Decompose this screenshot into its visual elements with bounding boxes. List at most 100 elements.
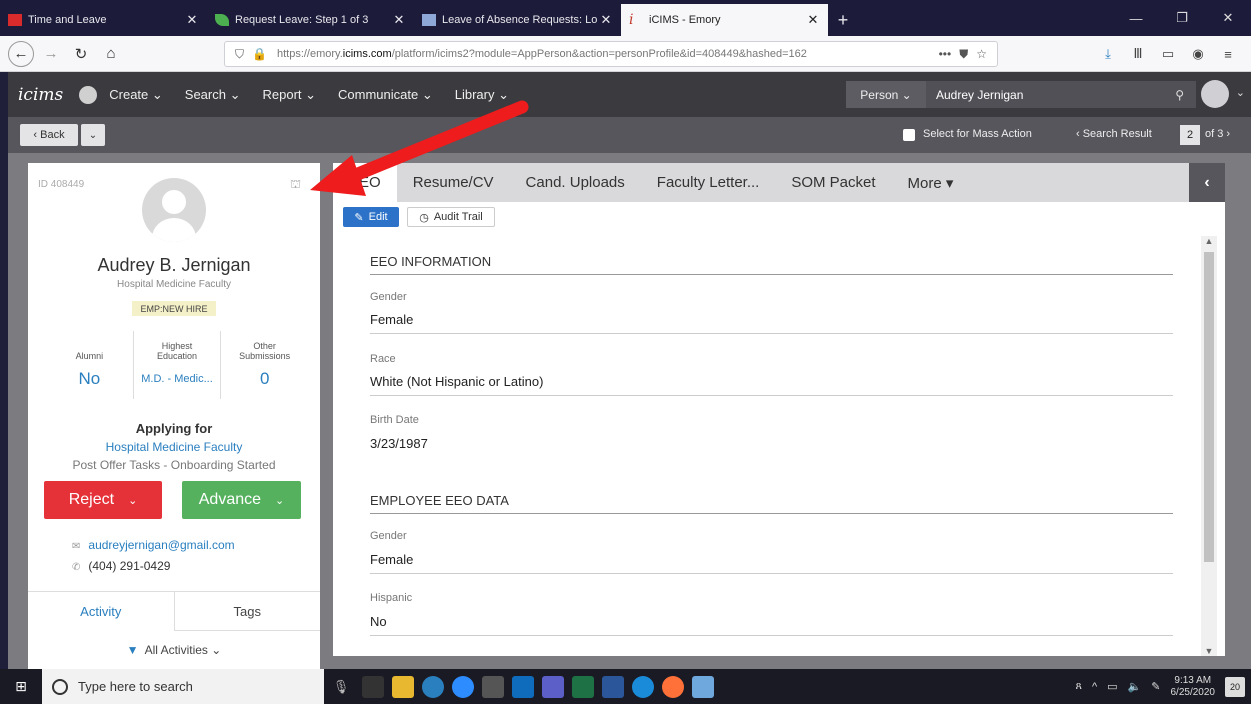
pen-icon[interactable]: ✎ [1151,680,1160,693]
microphone-icon[interactable]: 🎙 [324,679,358,695]
word-icon[interactable] [602,675,624,698]
battery-icon[interactable]: ▭ [1107,680,1117,693]
activity-filter[interactable]: ▼ All Activities ⌄ [28,643,320,657]
chevron-down-icon[interactable]: ⌄ [1236,86,1245,99]
user-avatar[interactable] [1201,80,1229,108]
tab-more[interactable]: More ▾ [892,163,970,202]
close-icon[interactable]: ✕ [599,12,613,28]
mass-action-checkbox[interactable] [903,129,915,141]
content-tabs: EEO Resume/CV Cand. Uploads Faculty Lett… [333,163,1225,202]
notification-count[interactable]: 20 [1225,676,1245,697]
browser-tab-leave-of-absence[interactable]: Leave of Absence Requests: Lo ✕ [414,4,621,36]
clock[interactable]: 9:13 AM 6/25/2020 [1171,675,1216,699]
search-result-index[interactable]: 2 [1180,125,1200,145]
volume-icon[interactable]: 🔈 [1128,680,1142,693]
chevron-up-icon[interactable]: ^ [1092,681,1097,693]
back-dropdown[interactable]: ⌄ [81,124,105,146]
globe-icon[interactable] [79,85,98,104]
taskbar-search-input[interactable]: Type here to search [42,669,324,704]
more-dots-icon[interactable]: ••• [939,47,952,61]
edge-legacy-icon[interactable] [422,675,444,698]
menu-communicate[interactable]: Communicate ⌄ [338,87,455,103]
new-tab-button[interactable]: + [828,4,858,36]
outlook-icon[interactable] [512,675,534,698]
phone-number[interactable]: ✆ (404) 291-0429 [72,559,170,573]
scroll-down-icon[interactable]: ▼ [1201,646,1217,656]
hamburger-menu-icon[interactable]: ≡ [1213,47,1243,62]
edit-button[interactable]: ✎ Edit [343,207,399,227]
teams-icon[interactable] [542,675,564,698]
browser-tab-icims[interactable]: i iCIMS - Emory ✕ [621,4,828,36]
bookmark-star-icon[interactable]: ☆ [976,47,987,61]
extension-icon[interactable]: ◉ [1183,46,1213,62]
stat-value[interactable]: No [46,369,133,389]
task-view-icon[interactable] [362,675,384,698]
search-input[interactable]: Audrey Jernigan ⚲ [926,81,1196,108]
close-window-icon[interactable]: ✕ [1205,0,1251,36]
app-icon[interactable] [692,675,714,698]
scroll-thumb[interactable] [1204,252,1214,562]
browser-tab-time-and-leave[interactable]: Time and Leave ✕ [0,4,207,36]
people-icon[interactable]: ጸ [1076,680,1082,693]
tab-resume-cv[interactable]: Resume/CV [397,163,510,202]
windows-start-icon[interactable]: ⊞ [0,678,42,695]
excel-icon[interactable] [572,675,594,698]
menu-library[interactable]: Library ⌄ [455,87,531,103]
tab-faculty-letter[interactable]: Faculty Letter... [641,163,776,202]
stat-value[interactable]: M.D. - Medic... [134,373,221,385]
email-link[interactable]: ✉ audreyjernigan@gmail.com [72,538,235,552]
lock-icon[interactable]: ⛫ [290,177,301,193]
url-bar[interactable]: ⛉ 🔒 https://emory.icims.com/platform/ici… [224,41,998,67]
search-icon[interactable]: ⚲ [1175,88,1184,102]
tab-title: Time and Leave [28,14,107,26]
advance-button[interactable]: Advance ⌄ [182,481,301,519]
tab-cand-uploads[interactable]: Cand. Uploads [510,163,641,202]
reject-button[interactable]: Reject ⌄ [44,481,162,519]
back-arrow-icon[interactable]: ← [8,40,34,67]
close-icon[interactable]: ✕ [392,12,406,28]
firefox-icon[interactable] [662,675,684,698]
stat-education: Highest Education M.D. - Medic... [132,331,221,399]
pocket-icon[interactable]: ⛊ [959,47,968,62]
menu-create[interactable]: Create ⌄ [109,87,185,103]
tab-title: Leave of Absence Requests: Lo [442,14,598,26]
library-icon[interactable]: Ⅲ [1123,46,1153,62]
content-scrollbar[interactable]: ▲ ▼ [1201,236,1217,656]
tab-som-packet[interactable]: SOM Packet [775,163,891,202]
back-button[interactable]: ‹ Back [20,124,78,146]
main-menu: Create ⌄ Search ⌄ Report ⌄ Communicate ⌄… [109,87,531,103]
reload-icon[interactable]: ↻ [68,41,94,67]
scroll-up-icon[interactable]: ▲ [1201,236,1217,246]
app-icon[interactable] [482,675,504,698]
close-icon[interactable]: ✕ [806,12,820,28]
stat-value[interactable]: 0 [221,369,308,389]
menu-search[interactable]: Search ⌄ [185,87,263,103]
clock-time: 9:13 AM [1174,674,1212,686]
file-explorer-icon[interactable] [392,675,414,698]
edit-label: Edit [368,211,388,223]
download-icon[interactable]: ⤓ [1093,46,1123,62]
applying-job-link[interactable]: Hospital Medicine Faculty [28,440,320,454]
tab-activity[interactable]: Activity [28,592,175,631]
search-result-next[interactable]: of 3 › [1205,128,1230,140]
icims-logo[interactable]: icims [18,85,63,105]
phone-icon: ✆ [72,562,81,573]
collapse-panel-icon[interactable]: ‹ [1189,163,1225,202]
search-result-prev[interactable]: ‹ Search Result [1076,128,1152,140]
edge-icon[interactable] [632,675,654,698]
search-type-select[interactable]: Person ⌄ [846,81,926,108]
toolbar-icons: ⤓ Ⅲ ▭ ◉ ≡ [1093,36,1243,72]
home-icon[interactable]: ⌂ [98,41,124,67]
audit-trail-button[interactable]: ◷ Audit Trail [407,207,495,227]
person-id: ID 408449 [38,179,85,190]
browser-tab-request-leave[interactable]: Request Leave: Step 1 of 3 ✕ [207,4,414,36]
tab-eeo[interactable]: EEO [333,163,397,202]
close-icon[interactable]: ✕ [185,12,199,28]
menu-report[interactable]: Report ⌄ [262,87,338,103]
zoom-icon[interactable] [452,675,474,698]
tab-tags[interactable]: Tags [174,592,320,631]
forward-arrow-icon[interactable]: → [38,41,64,67]
sidebar-icon[interactable]: ▭ [1153,46,1183,62]
restore-icon[interactable]: ❐ [1159,0,1205,36]
minimize-icon[interactable]: — [1113,0,1159,36]
